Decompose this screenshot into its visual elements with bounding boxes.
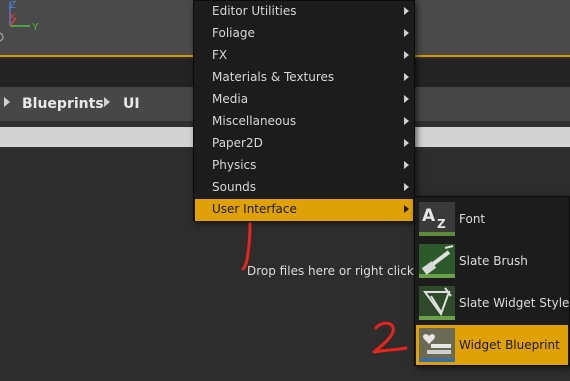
- menu-item-editor-utilities[interactable]: Editor Utilities: [195, 1, 413, 23]
- submenu-item-slate-brush[interactable]: Slate Brush: [416, 241, 568, 281]
- chevron-right-icon: [404, 183, 409, 191]
- user-interface-submenu: A Z Font Slate Brush Slate Widget Style …: [414, 196, 570, 366]
- context-menu: Editor Utilities Foliage FX Materials & …: [193, 0, 415, 221]
- axis-z-label: Z: [10, 0, 16, 11]
- axis-gizmo: Z X Y: [0, 0, 39, 42]
- menu-item-label: Sounds: [212, 180, 257, 194]
- chevron-right-icon: [404, 161, 409, 169]
- menu-item-label: Miscellaneous: [212, 114, 297, 128]
- menu-item-label: Materials & Textures: [212, 70, 335, 84]
- font-icon: A Z: [419, 202, 455, 236]
- menu-item-miscellaneous[interactable]: Miscellaneous: [195, 111, 413, 133]
- menu-item-label: Paper2D: [212, 136, 263, 150]
- chevron-right-icon: [404, 117, 409, 125]
- submenu-item-label: Slate Widget Style: [459, 296, 570, 310]
- breadcrumb-item-blueprints[interactable]: Blueprints: [22, 96, 104, 112]
- menu-item-label: Physics: [212, 158, 257, 172]
- breadcrumb-chevron-icon: [104, 97, 110, 107]
- menu-item-physics[interactable]: Physics: [195, 155, 413, 177]
- submenu-item-label: Widget Blueprint: [459, 338, 560, 352]
- svg-text:A: A: [422, 206, 436, 226]
- chevron-right-icon: [404, 95, 409, 103]
- menu-item-label: Media: [212, 92, 249, 106]
- menu-item-foliage[interactable]: Foliage: [195, 23, 413, 45]
- chevron-right-icon: [404, 51, 409, 59]
- slate-brush-icon: [419, 244, 455, 278]
- submenu-item-widget-blueprint[interactable]: Widget Blueprint: [416, 325, 568, 365]
- chevron-right-icon: [404, 29, 409, 37]
- menu-item-paper2d[interactable]: Paper2D: [195, 133, 413, 155]
- submenu-item-label: Font: [459, 212, 486, 226]
- menu-item-label: Editor Utilities: [212, 4, 297, 18]
- breadcrumb-chevron-icon: [4, 97, 10, 107]
- chevron-right-icon: [404, 205, 409, 213]
- menu-item-label: Foliage: [212, 26, 255, 40]
- slate-widget-style-icon: [419, 286, 455, 320]
- menu-item-fx[interactable]: FX: [195, 45, 413, 67]
- menu-item-sounds[interactable]: Sounds: [195, 177, 413, 199]
- submenu-item-label: Slate Brush: [459, 254, 528, 268]
- menu-item-media[interactable]: Media: [195, 89, 413, 111]
- submenu-item-slate-widget-style[interactable]: Slate Widget Style: [416, 283, 570, 323]
- menu-item-label: User Interface: [212, 202, 297, 216]
- drop-hint-text: Drop files here or right click to c: [247, 264, 441, 278]
- chevron-right-icon: [404, 73, 409, 81]
- axis-y-label: Y: [32, 22, 39, 33]
- submenu-item-font[interactable]: A Z Font: [416, 199, 568, 239]
- menu-item-user-interface[interactable]: User Interface: [195, 199, 413, 221]
- chevron-right-icon: [404, 7, 409, 15]
- widget-blueprint-icon: [419, 328, 455, 362]
- breadcrumb-item-ui[interactable]: UI: [123, 96, 140, 112]
- chevron-right-icon: [404, 139, 409, 147]
- svg-text:Z: Z: [437, 217, 446, 231]
- menu-item-materials-textures[interactable]: Materials & Textures: [195, 67, 413, 89]
- menu-item-label: FX: [212, 48, 228, 62]
- axis-x-label: X: [9, 12, 16, 23]
